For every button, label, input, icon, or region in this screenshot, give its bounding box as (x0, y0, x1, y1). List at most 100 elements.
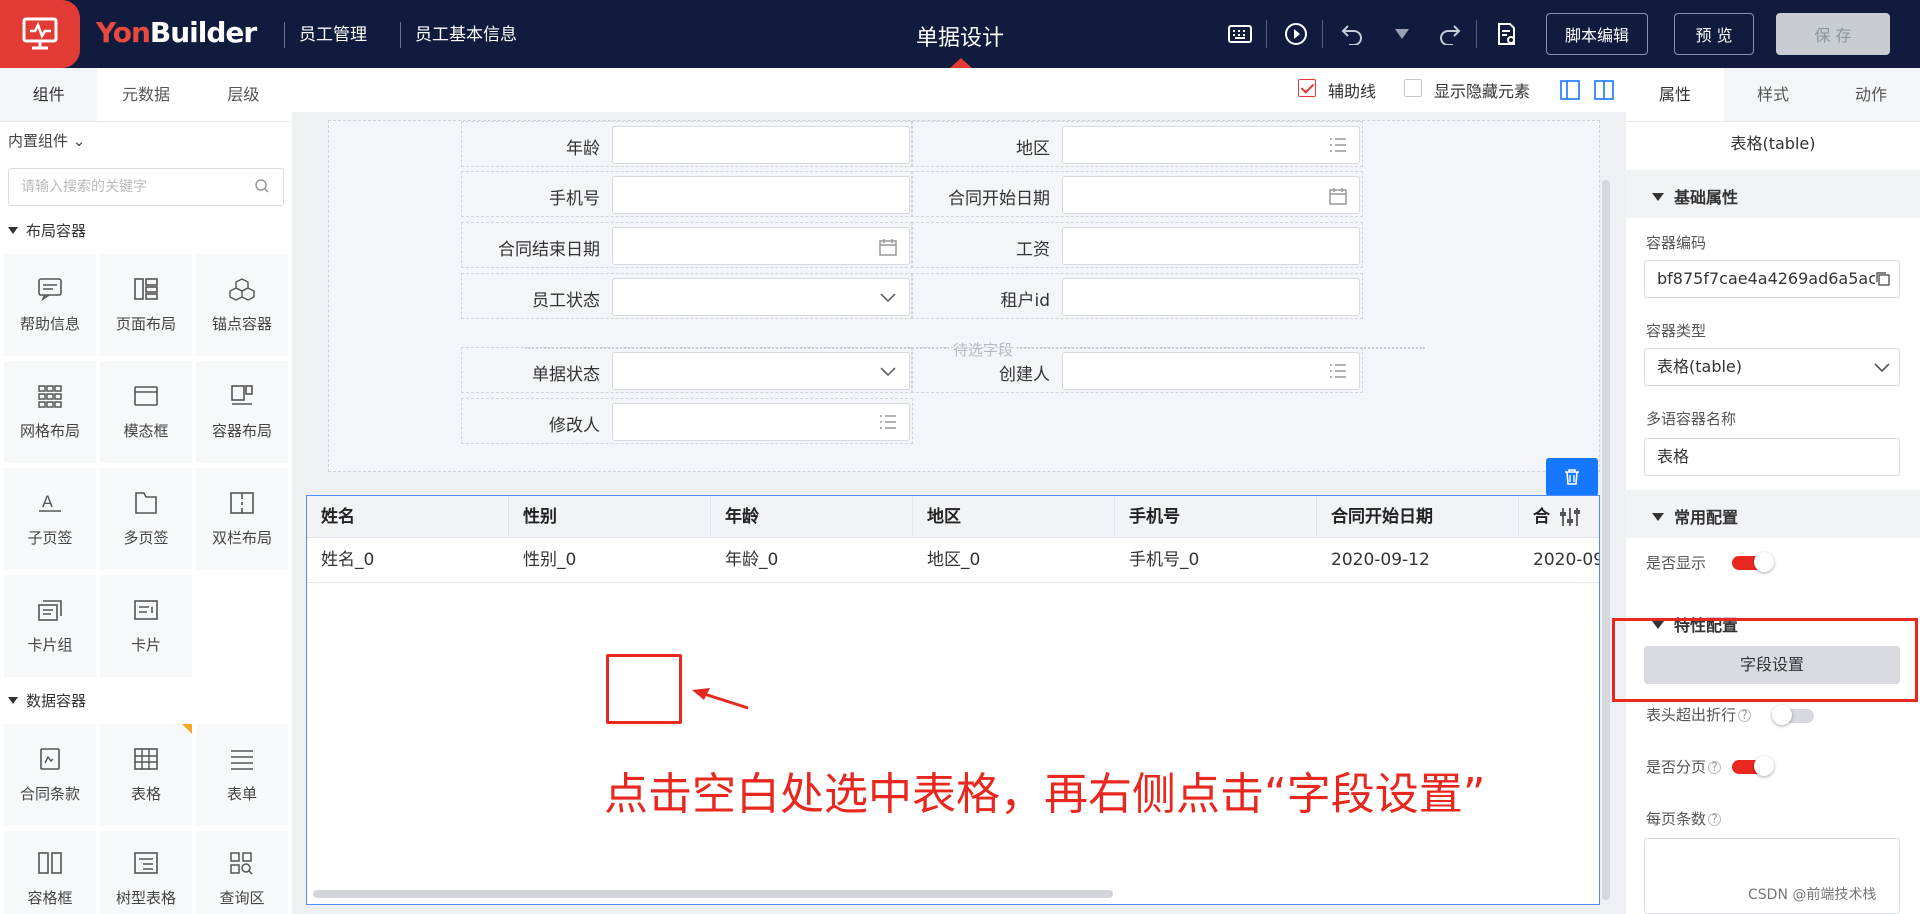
keyboard-icon[interactable] (1226, 20, 1254, 48)
section-data-containers[interactable]: 数据容器 (8, 690, 86, 711)
tab-actions[interactable]: 动作 (1822, 68, 1920, 121)
single-column-view-icon[interactable] (1560, 80, 1580, 100)
tab-style[interactable]: 样式 (1724, 68, 1822, 121)
brand-yon: Yon (96, 16, 151, 49)
undo-icon[interactable] (1338, 20, 1366, 48)
tile-anchor-container[interactable]: 锚点容器 (196, 254, 288, 356)
copy-icon[interactable] (1875, 271, 1891, 287)
help-icon[interactable]: ? (1708, 761, 1722, 774)
tab-components[interactable]: 组件 (0, 68, 98, 121)
field-doc-status[interactable]: 单据状态 (461, 347, 913, 393)
tile-form[interactable]: 表单 (196, 724, 288, 826)
field-contract-end[interactable]: 合同结束日期 (461, 222, 913, 268)
tile-card-group[interactable]: 卡片组 (4, 575, 96, 677)
contract-start-input[interactable] (1062, 176, 1360, 214)
field-label: 年龄 (566, 139, 600, 159)
double-column-view-icon[interactable] (1594, 80, 1614, 100)
modifier-input[interactable] (612, 403, 910, 441)
field-region[interactable]: 地区 (911, 121, 1363, 167)
salary-input[interactable] (1062, 227, 1360, 265)
horizontal-scrollbar[interactable] (313, 890, 1113, 898)
tile-help-info[interactable]: 帮助信息 (4, 254, 96, 356)
container-code-input[interactable]: bf875f7cae4a4269ad6a5ac (1644, 260, 1900, 298)
section-basic-properties[interactable]: 基础属性 (1652, 184, 1738, 208)
redo-icon[interactable] (1436, 20, 1464, 48)
tile-query-area[interactable]: 查询区 (196, 831, 288, 914)
component-search-input[interactable]: 请输入搜索的关键字 (8, 168, 284, 206)
aux-lines-checkbox[interactable] (1298, 79, 1316, 97)
show-hidden-checkbox[interactable] (1404, 79, 1422, 97)
tile-container-frame[interactable]: 容格框 (4, 831, 96, 914)
field-employee-status[interactable]: 员工状态 (461, 273, 913, 319)
form-container[interactable]: 年龄 地区 手机号 合同开始日期 合同结束日期 工资 员工状态 租户id 待选字… (328, 120, 1600, 472)
delete-button[interactable] (1546, 458, 1598, 496)
history-dropdown-icon[interactable] (1388, 20, 1416, 48)
title-indicator (950, 58, 972, 68)
multilang-name-input[interactable]: 表格 (1644, 438, 1900, 476)
script-edit-button[interactable]: 脚本编辑 (1546, 13, 1648, 55)
tile-sub-tab[interactable]: A 子页签 (4, 468, 96, 570)
builtin-components-dropdown[interactable]: 内置组件 ⌄ (8, 130, 85, 151)
tab-properties[interactable]: 属性 (1626, 68, 1724, 121)
column-header[interactable]: 性别 (509, 496, 711, 537)
tile-tree-table[interactable]: 树型表格 (100, 831, 192, 914)
save-button[interactable]: 保 存 (1776, 13, 1890, 55)
phone-input[interactable] (612, 176, 910, 214)
contract-end-input[interactable] (612, 227, 910, 265)
field-modifier[interactable]: 修改人 (461, 398, 913, 444)
column-header[interactable]: 年龄 (711, 496, 913, 537)
column-header[interactable]: 合同开始日期 (1317, 496, 1519, 537)
container-type-select[interactable]: 表格(table) (1644, 348, 1900, 386)
document-settings-icon[interactable] (1492, 20, 1520, 48)
section-layout-containers[interactable]: 布局容器 (8, 220, 86, 241)
table-cell: 性别_0 (523, 550, 577, 570)
tab-hierarchy[interactable]: 层级 (195, 68, 292, 121)
watermark: CSDN @前端技术栈 (1748, 887, 1877, 903)
breadcrumb-employee-info[interactable]: 员工基本信息 (400, 22, 517, 48)
tile-multi-tab[interactable]: 多页签 (100, 468, 192, 570)
tab-metadata[interactable]: 元数据 (97, 68, 194, 121)
play-icon[interactable] (1282, 20, 1310, 48)
field-contract-start[interactable]: 合同开始日期 (911, 171, 1363, 217)
creator-input[interactable] (1062, 352, 1360, 390)
employee-status-select[interactable] (612, 278, 910, 316)
column-header[interactable]: 手机号 (1115, 496, 1317, 537)
field-creator[interactable]: 创建人 (911, 347, 1363, 393)
paging-toggle[interactable] (1732, 756, 1774, 776)
app-logo[interactable] (0, 0, 80, 68)
visible-toggle[interactable] (1732, 552, 1774, 572)
tile-card[interactable]: 卡片 (100, 575, 192, 677)
container-code-label: 容器编码 (1646, 234, 1707, 252)
help-icon[interactable]: ? (1708, 813, 1722, 826)
design-canvas[interactable]: 辅助线 显示隐藏元素 年龄 地区 手机号 合同开始日期 合同结束日期 工资 员工… (292, 68, 1626, 914)
column-header[interactable]: 姓名 (307, 496, 509, 537)
multilang-name-value: 表格 (1657, 447, 1690, 466)
column-settings-icon[interactable] (1559, 507, 1581, 527)
tile-container-layout[interactable]: 容器布局 (196, 361, 288, 463)
tile-table[interactable]: 表格 (100, 724, 192, 826)
tile-contract-terms[interactable]: 合同条款 (4, 724, 96, 826)
table-component[interactable]: 姓名 性别 年龄 地区 手机号 合同开始日期 合 姓名_0 性别_0 年龄_0 … (306, 495, 1600, 905)
tile-grid-layout[interactable]: 网格布局 (4, 361, 96, 463)
tile-label: 多页签 (123, 528, 169, 547)
field-age[interactable]: 年龄 (461, 121, 913, 167)
field-salary[interactable]: 工资 (911, 222, 1363, 268)
preview-button[interactable]: 预 览 (1674, 13, 1754, 55)
multilang-name-label: 多语容器名称 (1646, 410, 1737, 428)
tenant-id-input[interactable] (1062, 278, 1360, 316)
help-icon[interactable]: ? (1738, 709, 1752, 722)
section-common-config[interactable]: 常用配置 (1652, 504, 1738, 528)
tile-double-column[interactable]: 双栏布局 (196, 468, 288, 570)
tile-page-layout[interactable]: 页面布局 (100, 254, 192, 356)
tile-label: 网格布局 (19, 421, 80, 440)
vertical-scrollbar[interactable] (1602, 180, 1610, 900)
field-phone[interactable]: 手机号 (461, 171, 913, 217)
doc-status-select[interactable] (612, 352, 910, 390)
field-tenant-id[interactable]: 租户id (911, 273, 1363, 319)
region-input[interactable] (1062, 126, 1360, 164)
header-wrap-toggle[interactable] (1772, 705, 1814, 725)
column-header[interactable]: 地区 (913, 496, 1115, 537)
tile-modal[interactable]: 模态框 (100, 361, 192, 463)
age-input[interactable] (612, 126, 910, 164)
breadcrumb-employee-mgmt[interactable]: 员工管理 (284, 22, 367, 48)
